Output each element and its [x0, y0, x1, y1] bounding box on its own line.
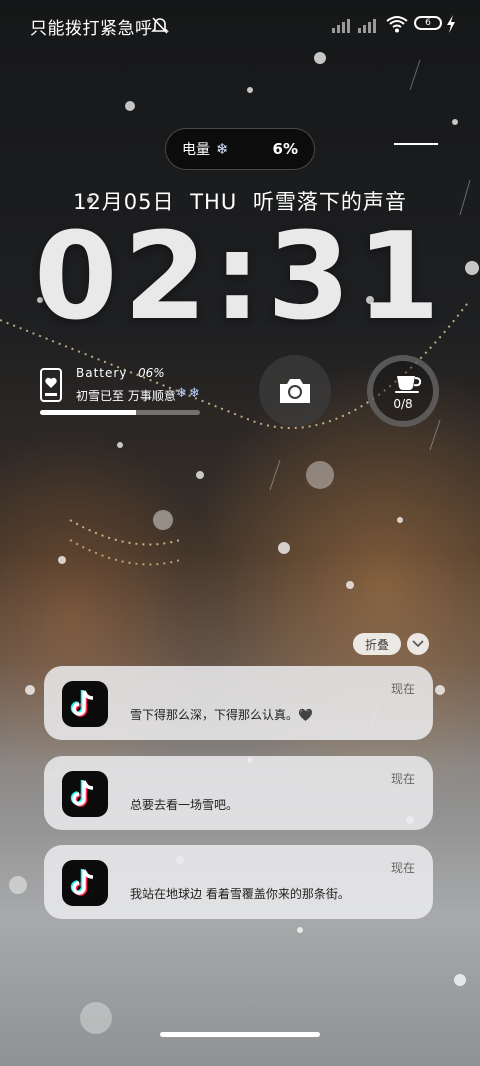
power-pill: 电量 ❄ 6%: [165, 128, 315, 170]
battery-icon: 6: [414, 16, 442, 30]
status-bar: 只能拨打紧急呼 6: [0, 0, 480, 50]
notification-time: 现在: [390, 861, 415, 875]
tiktok-icon: [70, 869, 94, 896]
battery-level-bar: [40, 410, 200, 415]
wifi-icon: [386, 16, 408, 33]
battery-widget: Battery 06% 初雪已至 万事顺意 ❄❄: [40, 366, 240, 422]
home-indicator[interactable]: [160, 1032, 320, 1037]
notification-card[interactable]: 现在 雪下得那么深，下得那么认真。🖤: [44, 666, 433, 740]
tiktok-icon: [70, 690, 94, 717]
notification-text: 我站在地球边 看着雪覆盖你来的那条街。: [130, 887, 350, 901]
battery-widget-percent: 06%: [138, 366, 165, 380]
water-tracker-widget[interactable]: 0/8: [367, 355, 439, 427]
signal-icon: [332, 19, 376, 33]
notification-text: 雪下得那么深，下得那么认真。🖤: [130, 708, 313, 722]
battery-widget-title: Battery: [76, 366, 128, 380]
snowflake-icon: ❄: [216, 140, 229, 158]
notification-card[interactable]: 现在 总要去看一场雪吧。: [44, 756, 433, 830]
coffee-cup-icon: [395, 376, 422, 393]
camera-icon: [280, 379, 310, 403]
tiktok-app-icon: [62, 860, 108, 906]
tiktok-app-icon: [62, 681, 108, 727]
charging-bolt-icon: [447, 15, 455, 33]
chevron-down-icon: [412, 640, 424, 648]
battery-level-fill: [40, 410, 136, 415]
fold-notifications-button[interactable]: 折叠: [353, 633, 401, 655]
expand-notifications-button[interactable]: [407, 633, 429, 655]
bell-off-icon: [151, 17, 169, 34]
clock-time: 02:31: [34, 208, 446, 347]
notification-text: 总要去看一场雪吧。: [130, 798, 239, 812]
notification-time: 现在: [390, 772, 415, 786]
notification-time: 现在: [390, 682, 415, 696]
battery-level-text: 6: [425, 18, 431, 28]
battery-widget-text: 初雪已至 万事顺意: [76, 389, 176, 403]
menu-dash: [394, 143, 438, 145]
snowflake-icon: ❄❄: [176, 386, 202, 401]
water-count: 0/8: [393, 397, 413, 411]
tiktok-app-icon: [62, 771, 108, 817]
phone-battery-icon: [40, 368, 62, 402]
power-label: 电量: [182, 142, 210, 158]
power-value: 6%: [272, 140, 298, 158]
carrier-text: 只能拨打紧急呼: [30, 19, 153, 39]
notification-card[interactable]: 现在 我站在地球边 看着雪覆盖你来的那条街。: [44, 845, 433, 919]
camera-button[interactable]: [259, 355, 331, 427]
tiktok-icon: [70, 780, 94, 807]
